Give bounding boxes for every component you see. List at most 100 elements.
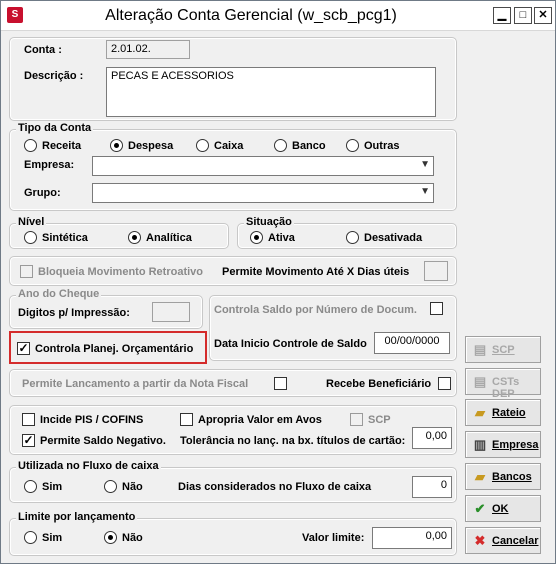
conta-group: Conta : 2.01.02. Descrição : PECAS E ACE…	[9, 37, 457, 121]
label-limite-nao: Não	[122, 532, 143, 544]
radio-desativada[interactable]	[346, 231, 359, 244]
situacao-legend: Situação	[244, 216, 294, 228]
dias-fluxo-label: Dias considerados no Fluxo de caixa	[178, 481, 372, 493]
nota-fiscal-label: Permite Lancamento a partir da Nota Fisc…	[22, 378, 249, 390]
limite-group: Limite por lançamento Sim Não Valor limi…	[9, 511, 457, 556]
dialog-window: S Alteração Conta Gerencial (w_scb_pcg1)…	[0, 0, 556, 564]
csts-dep-button[interactable]: ▤ CSTs DEP	[465, 368, 541, 400]
permite-dias-field[interactable]	[424, 261, 448, 281]
document-icon: ▤	[473, 374, 487, 389]
situacao-group: Situação Ativa Desativada	[237, 216, 457, 249]
saldo-negativo-label: Permite Saldo Negativo.	[40, 435, 166, 447]
data-inicio-label: Data Inicio Controle de Saldo	[214, 338, 367, 350]
folder-icon: ▰	[475, 405, 485, 420]
label-banco: Banco	[292, 140, 326, 152]
close-icon[interactable]: ✕	[534, 7, 552, 24]
tolerancia-field[interactable]: 0,00	[412, 427, 452, 449]
radio-despesa[interactable]	[110, 139, 123, 152]
rateio-button[interactable]: ▰ Rateio	[465, 399, 541, 426]
radio-ativa[interactable]	[250, 231, 263, 244]
saldo-negativo-checkbox[interactable]: ✓	[22, 434, 35, 447]
radio-limite-nao[interactable]	[104, 531, 117, 544]
folder-icon: ▰	[475, 469, 485, 484]
ano-cheque-group: Ano do Cheque Digitos p/ Impressão:	[9, 288, 203, 329]
minimize-icon[interactable]: ▁	[493, 7, 511, 24]
tipo-conta-legend: Tipo da Conta	[16, 122, 94, 134]
scp-button[interactable]: ▤ SCP	[465, 336, 541, 363]
digitos-label: Digitos p/ Impressão:	[18, 307, 130, 319]
ano-cheque-legend: Ano do Cheque	[16, 288, 102, 300]
label-despesa: Despesa	[128, 140, 174, 152]
empresa-label: Empresa:	[24, 159, 75, 171]
fluxo-group: Utilizada no Fluxo de caixa Sim Não Dias…	[9, 460, 457, 503]
beneficiario-checkbox[interactable]	[438, 377, 451, 390]
beneficiario-label: Recebe Beneficiário	[326, 378, 432, 390]
label-ativa: Ativa	[268, 232, 295, 244]
radio-caixa[interactable]	[196, 139, 209, 152]
building-icon: ▥	[473, 437, 487, 452]
controla-saldo-label: Controla Saldo por Número de Docum.	[214, 304, 417, 316]
bloqueia-checkbox[interactable]	[20, 265, 33, 278]
radio-analitica[interactable]	[128, 231, 141, 244]
scp-label: SCP	[368, 414, 391, 426]
title-bar[interactable]: S Alteração Conta Gerencial (w_scb_pcg1)…	[1, 1, 555, 31]
label-sintetica: Sintética	[42, 232, 88, 244]
planej-checkbox[interactable]: ✓	[17, 342, 30, 355]
fluxo-legend: Utilizada no Fluxo de caixa	[16, 460, 161, 472]
nota-fiscal-checkbox[interactable]	[274, 377, 287, 390]
bloqueia-label: Bloqueia Movimento Retroativo	[38, 266, 204, 278]
apropria-label: Apropria Valor em Avos	[198, 414, 322, 426]
conta-field[interactable]: 2.01.02.	[106, 40, 190, 59]
window-title: Alteração Conta Gerencial (w_scb_pcg1)	[105, 7, 397, 24]
digitos-field[interactable]	[152, 302, 190, 322]
valor-limite-field[interactable]: 0,00	[372, 527, 452, 549]
app-icon: S	[7, 7, 23, 23]
label-desativada: Desativada	[364, 232, 423, 244]
tolerancia-label: Tolerância no lanç. na bx. títulos de ca…	[180, 435, 406, 447]
limite-legend: Limite por lançamento	[16, 511, 138, 523]
radio-fluxo-nao[interactable]	[104, 480, 117, 493]
scp-icon: ▤	[473, 342, 487, 357]
label-limite-sim: Sim	[42, 532, 63, 544]
planej-label: Controla Planej. Orçamentário	[35, 343, 194, 355]
ok-button[interactable]: ✔ OK	[465, 495, 541, 522]
conta-label: Conta :	[24, 44, 62, 56]
label-outras: Outras	[364, 140, 400, 152]
data-inicio-field[interactable]: 00/00/0000	[374, 332, 450, 354]
descricao-label: Descrição :	[24, 70, 84, 82]
label-caixa: Caixa	[214, 140, 244, 152]
chevron-down-icon: ▼	[420, 159, 430, 170]
radio-receita[interactable]	[24, 139, 37, 152]
valor-limite-label: Valor limite:	[302, 532, 365, 544]
dias-fluxo-field[interactable]: 0	[412, 476, 452, 498]
maximize-icon[interactable]: □	[514, 7, 532, 24]
bloqueia-group: Bloqueia Movimento Retroativo Permite Mo…	[9, 256, 457, 286]
apropria-checkbox[interactable]	[180, 413, 193, 426]
label-receita: Receita	[42, 140, 82, 152]
pis-checkbox[interactable]	[22, 413, 35, 426]
flags-group: Incide PIS / COFINS Apropria Valor em Av…	[9, 405, 457, 455]
controla-saldo-group: Controla Saldo por Número de Docum. Data…	[209, 295, 457, 361]
empresa-select[interactable]: ▼	[92, 156, 434, 176]
radio-banco[interactable]	[274, 139, 287, 152]
descricao-field[interactable]: PECAS E ACESSORIOS	[106, 67, 436, 117]
nivel-group: Nível Sintética Analítica	[9, 216, 229, 249]
radio-sintetica[interactable]	[24, 231, 37, 244]
label-analitica: Analítica	[146, 232, 192, 244]
nota-fiscal-group: Permite Lancamento a partir da Nota Fisc…	[9, 369, 457, 397]
grupo-select[interactable]: ▼	[92, 183, 434, 203]
chevron-down-icon: ▼	[420, 186, 430, 197]
label-fluxo-sim: Sim	[42, 481, 63, 493]
empresa-button[interactable]: ▥ Empresa	[465, 431, 541, 458]
grupo-label: Grupo:	[24, 187, 61, 199]
radio-outras[interactable]	[346, 139, 359, 152]
scp-checkbox[interactable]	[350, 413, 363, 426]
radio-fluxo-sim[interactable]	[24, 480, 37, 493]
radio-limite-sim[interactable]	[24, 531, 37, 544]
tipo-conta-group: Tipo da Conta Receita Despesa Caixa Banc…	[9, 122, 457, 211]
controla-saldo-checkbox[interactable]	[430, 302, 443, 315]
cancelar-button[interactable]: ✖ Cancelar	[465, 527, 541, 554]
cancel-x-icon: ✖	[474, 533, 486, 548]
bancos-button[interactable]: ▰ Bancos	[465, 463, 541, 490]
checkmark-icon: ✔	[474, 501, 486, 516]
